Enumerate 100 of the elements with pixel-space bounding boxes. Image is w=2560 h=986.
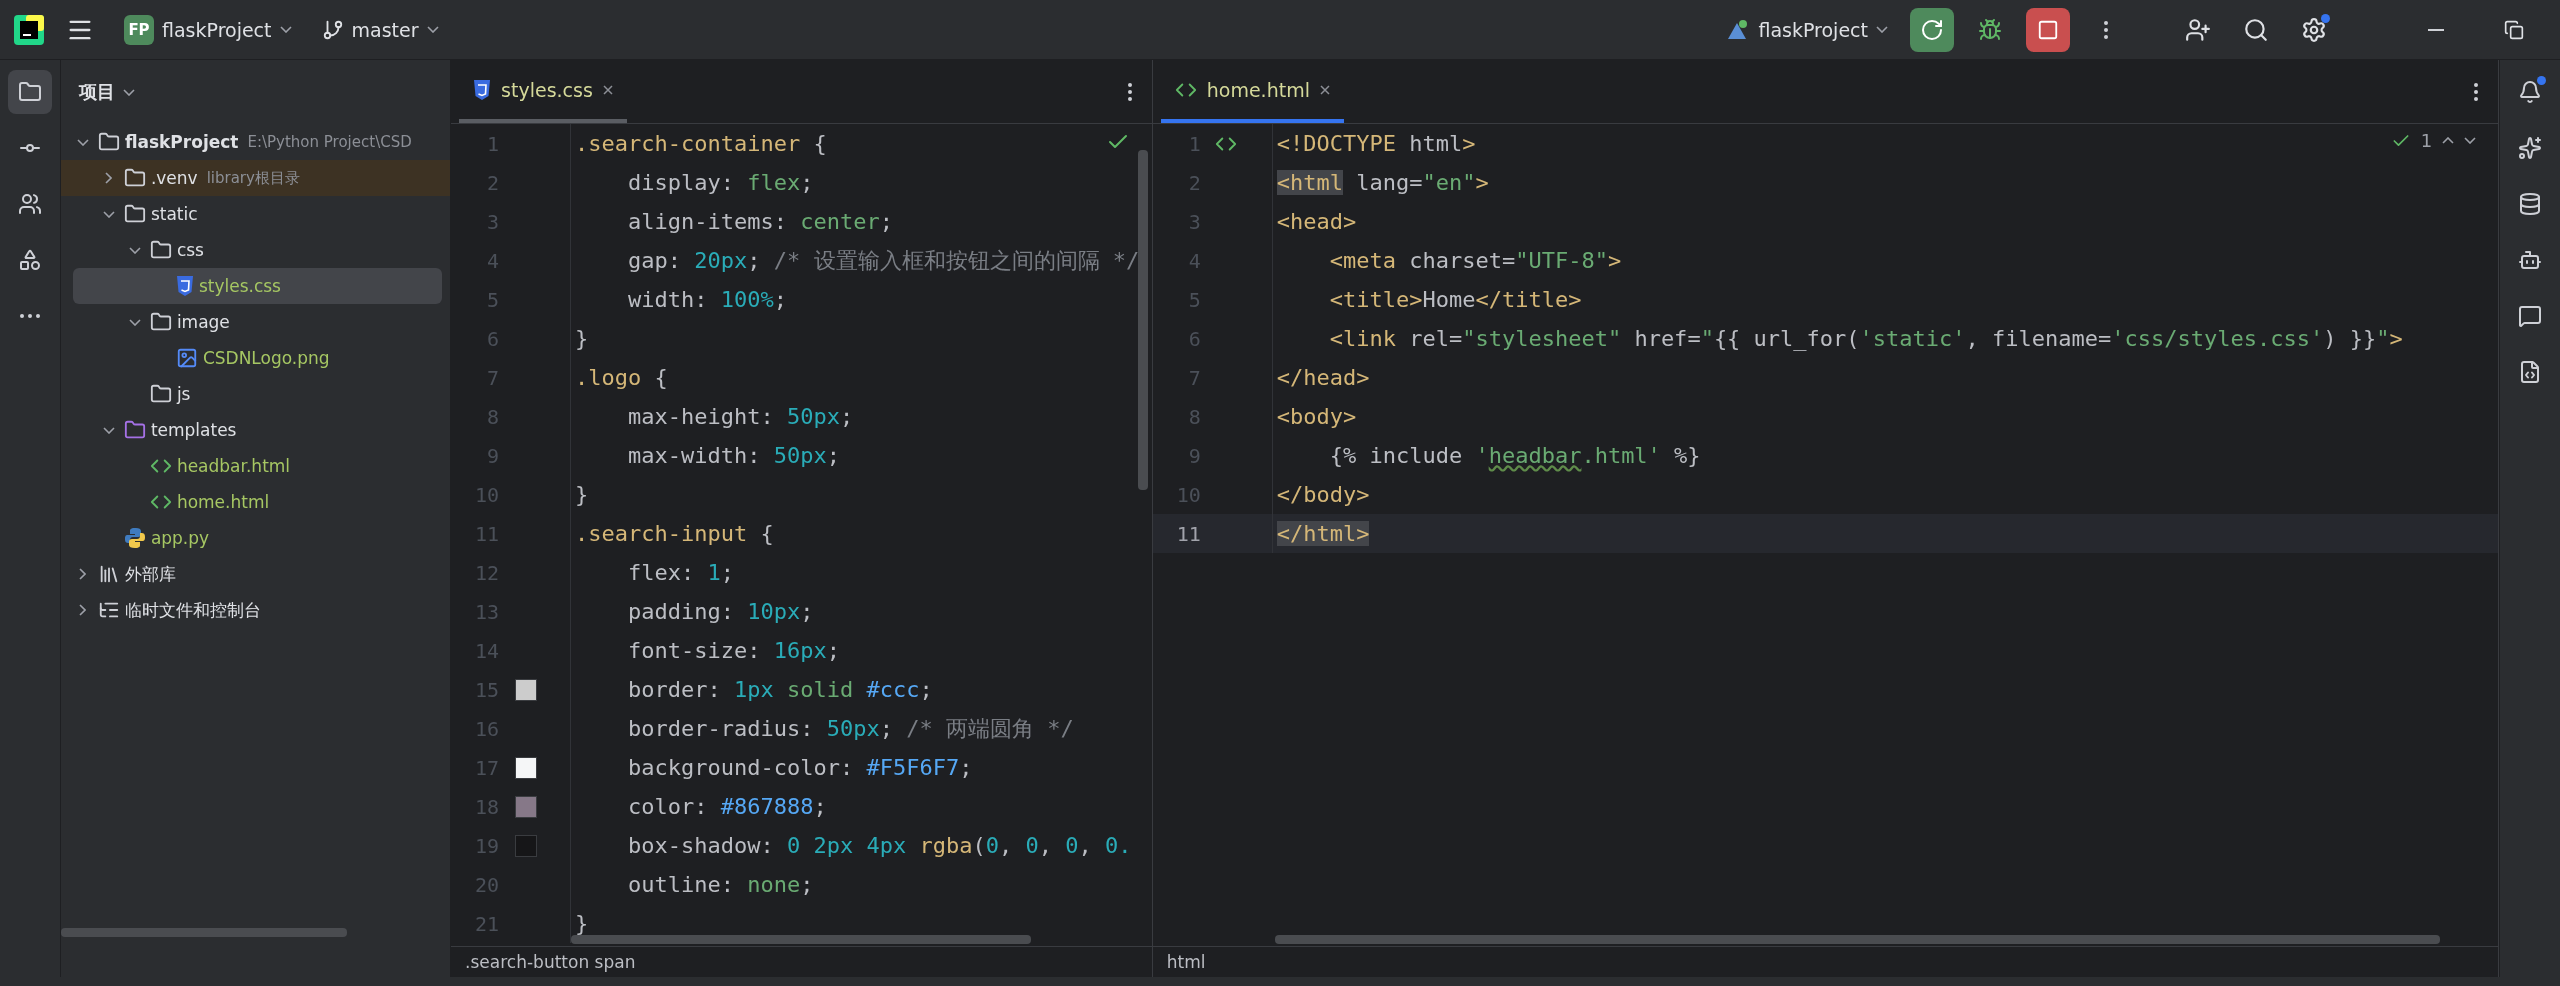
chevron-down-icon[interactable] [128,246,141,254]
run-config-dropdown[interactable]: flaskProject [1716,7,1896,52]
branch-icon [321,18,344,41]
code-line: </body> [1276,480,1370,509]
chevron-down-icon[interactable] [76,138,89,146]
code-line: max-height: 50px; [627,402,854,431]
scrollbar-thumb[interactable] [1137,150,1148,490]
code-line: width: 100%; [627,285,788,314]
tree-item-label[interactable]: static [150,204,198,224]
tree-item-label[interactable]: templates [150,420,237,440]
code-line: border-radius: 50px; /* 两端圆角 */ [627,714,1074,743]
folder-icon [123,203,146,225]
close-icon[interactable] [602,84,613,95]
sparkle-icon [2518,136,2543,160]
code-line: {% include 'headbar.html' %} [1328,441,1701,470]
rerun-button[interactable] [1910,7,1954,52]
project-badge: FP [124,14,154,45]
folder-icon [149,311,172,333]
code-line: </head> [1276,363,1370,392]
selected-tree-row[interactable]: styles.css [72,268,443,304]
css-file-icon [175,275,194,297]
chevron-down-icon[interactable] [102,210,115,218]
breadcrumb[interactable]: .search-button span [465,952,636,972]
more-icon [1127,82,1132,101]
code-line: font-size: 16px; [627,636,841,665]
tree-item-label[interactable]: .venv [150,168,198,188]
code-line: color: #867888; [627,792,827,821]
tree-item-label[interactable]: js [176,384,191,404]
code-line: } [575,480,589,509]
tree-item-label[interactable]: headbar.html [176,456,291,476]
css-file-icon [473,78,492,101]
tree-item-label[interactable]: styles.css [198,276,281,296]
chevron-up-icon[interactable] [2442,137,2455,144]
settings-icon [2301,16,2327,43]
chevron-right-icon[interactable] [79,604,87,616]
database-icon [2518,192,2543,216]
tree-item-label[interactable]: home.html [176,492,270,512]
inspection-count[interactable]: 1 [2420,130,2433,151]
highlighted-tree-row[interactable]: .venv library根目录 [60,160,451,196]
close-icon[interactable] [1319,84,1330,95]
structure-icon [17,248,42,272]
branch-dropdown[interactable]: master [313,7,447,52]
line-number: 11 [1175,521,1201,546]
path-hint: E:\Python Project\CSD [247,133,412,151]
chevron-right-icon[interactable] [105,172,113,184]
chevron-down-icon[interactable] [102,426,115,434]
code-line: <head> [1276,207,1357,236]
scrollbar-thumb[interactable] [571,935,1032,944]
file-tab[interactable]: styles.css [459,60,627,123]
code-line: } [575,909,589,938]
folder-icon [123,167,146,189]
code-line: outline: none; [627,870,814,899]
panel-title-dropdown[interactable]: 项目 [78,80,135,104]
code-line: align-items: center; [627,207,894,236]
tree-item-label[interactable]: flaskProject [124,132,239,152]
scrollbar-thumb[interactable] [1274,935,2440,944]
chevron-right-icon[interactable] [79,568,87,580]
tree-item-label[interactable]: app.py [150,528,210,548]
more-icon [19,314,40,318]
code-line: <body> [1276,402,1357,431]
folder-icon [149,383,172,405]
restore-icon [2504,19,2524,40]
code-line: .logo { [575,363,668,392]
tree-item-label[interactable]: 外部库 [124,562,176,586]
folder-icon [17,80,42,104]
more-icon [2104,20,2108,39]
code-line: <meta charset="UTF-8"> [1328,246,1622,275]
file-tab[interactable]: home.html [1160,60,1344,123]
tree-item-label[interactable]: image [176,312,230,332]
folder-icon [123,419,146,441]
code-line: border: 1px solid #ccc; [627,675,933,704]
code-line: gap: 20px; /* 设置输入框和按钮之间的间隔 */ [627,246,1140,275]
image-file-icon [175,347,198,369]
people-icon [17,192,42,216]
bug-icon [1978,17,2002,42]
tool-window-button[interactable] [7,70,52,114]
code-line: .search-input { [575,519,774,548]
code-line: display: flex; [627,168,814,197]
stop-button[interactable] [2026,7,2070,52]
rerun-icon [1920,17,1944,42]
chevron-down-icon [122,88,135,96]
code-line: background-color: #F5F6F7; [627,753,973,782]
more-icon [2474,82,2479,101]
chevron-down-icon[interactable] [2464,137,2477,144]
chevron-down-icon [279,26,292,33]
code-line: .search-container { [575,129,827,158]
tree-item-label[interactable]: css [176,240,204,260]
add-user-icon [2185,16,2211,43]
tree-item-label[interactable]: CSDNLogo.png [202,348,330,368]
robot-icon [2518,248,2543,272]
code-line: padding: 10px; [627,597,814,626]
chevron-down-icon[interactable] [128,318,141,326]
folder-icon [97,131,120,153]
code-line: max-width: 50px; [627,441,841,470]
chat-icon [2518,304,2543,328]
scrollbar-thumb[interactable] [60,928,347,937]
code-line: <!DOCTYPE html> [1276,129,1476,158]
breadcrumb[interactable]: html [1166,952,1206,972]
tree-item-label[interactable]: 临时文件和控制台 [124,598,261,622]
project-dropdown[interactable]: FP flaskProject [116,7,300,52]
